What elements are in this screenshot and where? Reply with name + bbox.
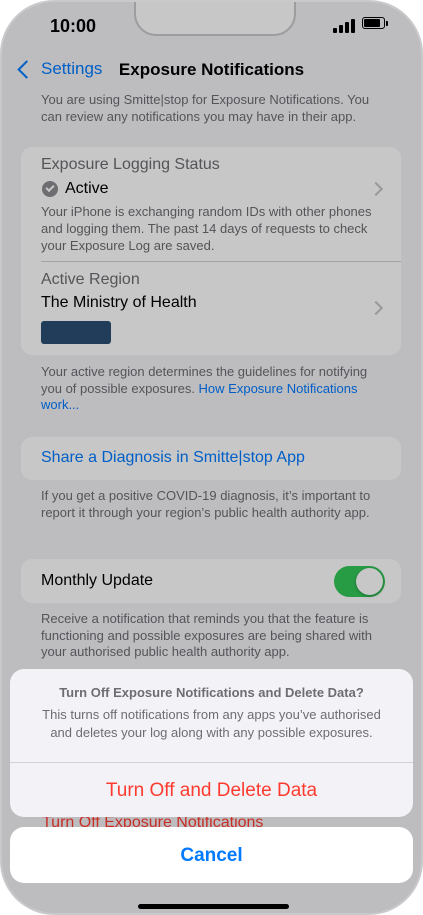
divider — [10, 762, 413, 763]
action-sheet-title: Turn Off Exposure Notifications and Dele… — [59, 685, 364, 700]
cancel-label: Cancel — [180, 845, 243, 866]
action-sheet-message: This turns off notifications from any ap… — [42, 707, 381, 740]
cancel-button[interactable]: Cancel — [10, 827, 413, 883]
home-indicator[interactable] — [138, 904, 289, 909]
action-sheet: Turn Off Exposure Notifications and Dele… — [10, 669, 413, 817]
device-frame: 10:00 Settings Exposure Notifications Yo… — [0, 0, 423, 915]
turn-off-and-delete-button[interactable]: Turn Off and Delete Data — [10, 780, 413, 802]
